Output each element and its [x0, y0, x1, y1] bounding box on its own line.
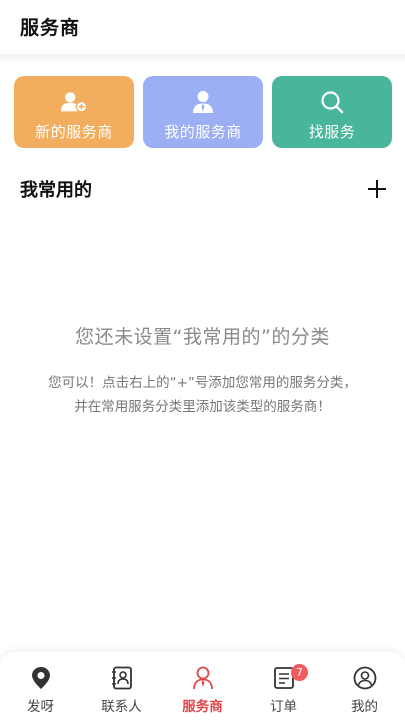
favorites-title: 我常用的 [20, 180, 92, 201]
favorites-section-header: 我常用的 [20, 176, 390, 204]
bottom-tab-bar: 发呀 联系人 服务商 7 订单 我的 [0, 652, 405, 720]
my-provider-label: 我的服务商 [164, 123, 242, 141]
empty-state-line-2: 并在常用服务分类里添加该类型的服务商！ [74, 399, 331, 415]
empty-state-line-1: 您可以！点击右上的“+”号添加您常用的服务分类， [48, 375, 357, 391]
header: 服务商 [0, 0, 405, 54]
tab-providers-label: 服务商 [182, 699, 223, 715]
new-provider-label: 新的服务商 [35, 123, 113, 141]
tab-faya[interactable]: 发呀 [0, 652, 81, 720]
tab-me-label: 我的 [351, 699, 378, 715]
search-icon [318, 89, 346, 115]
plus-icon[interactable] [366, 178, 388, 200]
provider-icon [191, 666, 215, 690]
tab-faya-label: 发呀 [27, 699, 54, 715]
tab-providers[interactable]: 服务商 [162, 652, 243, 720]
tab-contacts[interactable]: 联系人 [81, 652, 162, 720]
empty-state-description: 您可以！点击右上的“+”号添加您常用的服务分类， 并在常用服务分类里添加该类型的… [0, 371, 405, 419]
location-pin-icon [29, 666, 53, 690]
tab-orders-label: 订单 [270, 699, 297, 715]
page: 服务商 新的服务商 我的服务商 找服务 我常用的 您还未设置“我常用的”的分类 … [0, 0, 405, 720]
tab-orders[interactable]: 7 订单 [243, 652, 324, 720]
empty-state-title: 您还未设置“我常用的”的分类 [75, 326, 330, 348]
find-service-button[interactable]: 找服务 [272, 76, 392, 148]
action-cards: 新的服务商 我的服务商 找服务 [14, 76, 392, 148]
my-provider-button[interactable]: 我的服务商 [143, 76, 263, 148]
contacts-icon [110, 666, 134, 690]
add-person-icon [60, 89, 88, 115]
page-title: 服务商 [20, 17, 81, 39]
person-tie-icon [189, 89, 217, 115]
user-circle-icon [353, 666, 377, 690]
find-service-label: 找服务 [308, 123, 356, 141]
tab-contacts-label: 联系人 [101, 699, 142, 715]
new-provider-button[interactable]: 新的服务商 [14, 76, 134, 148]
tab-me[interactable]: 我的 [324, 652, 405, 720]
header-divider [0, 54, 405, 62]
orders-badge: 7 [291, 664, 308, 681]
